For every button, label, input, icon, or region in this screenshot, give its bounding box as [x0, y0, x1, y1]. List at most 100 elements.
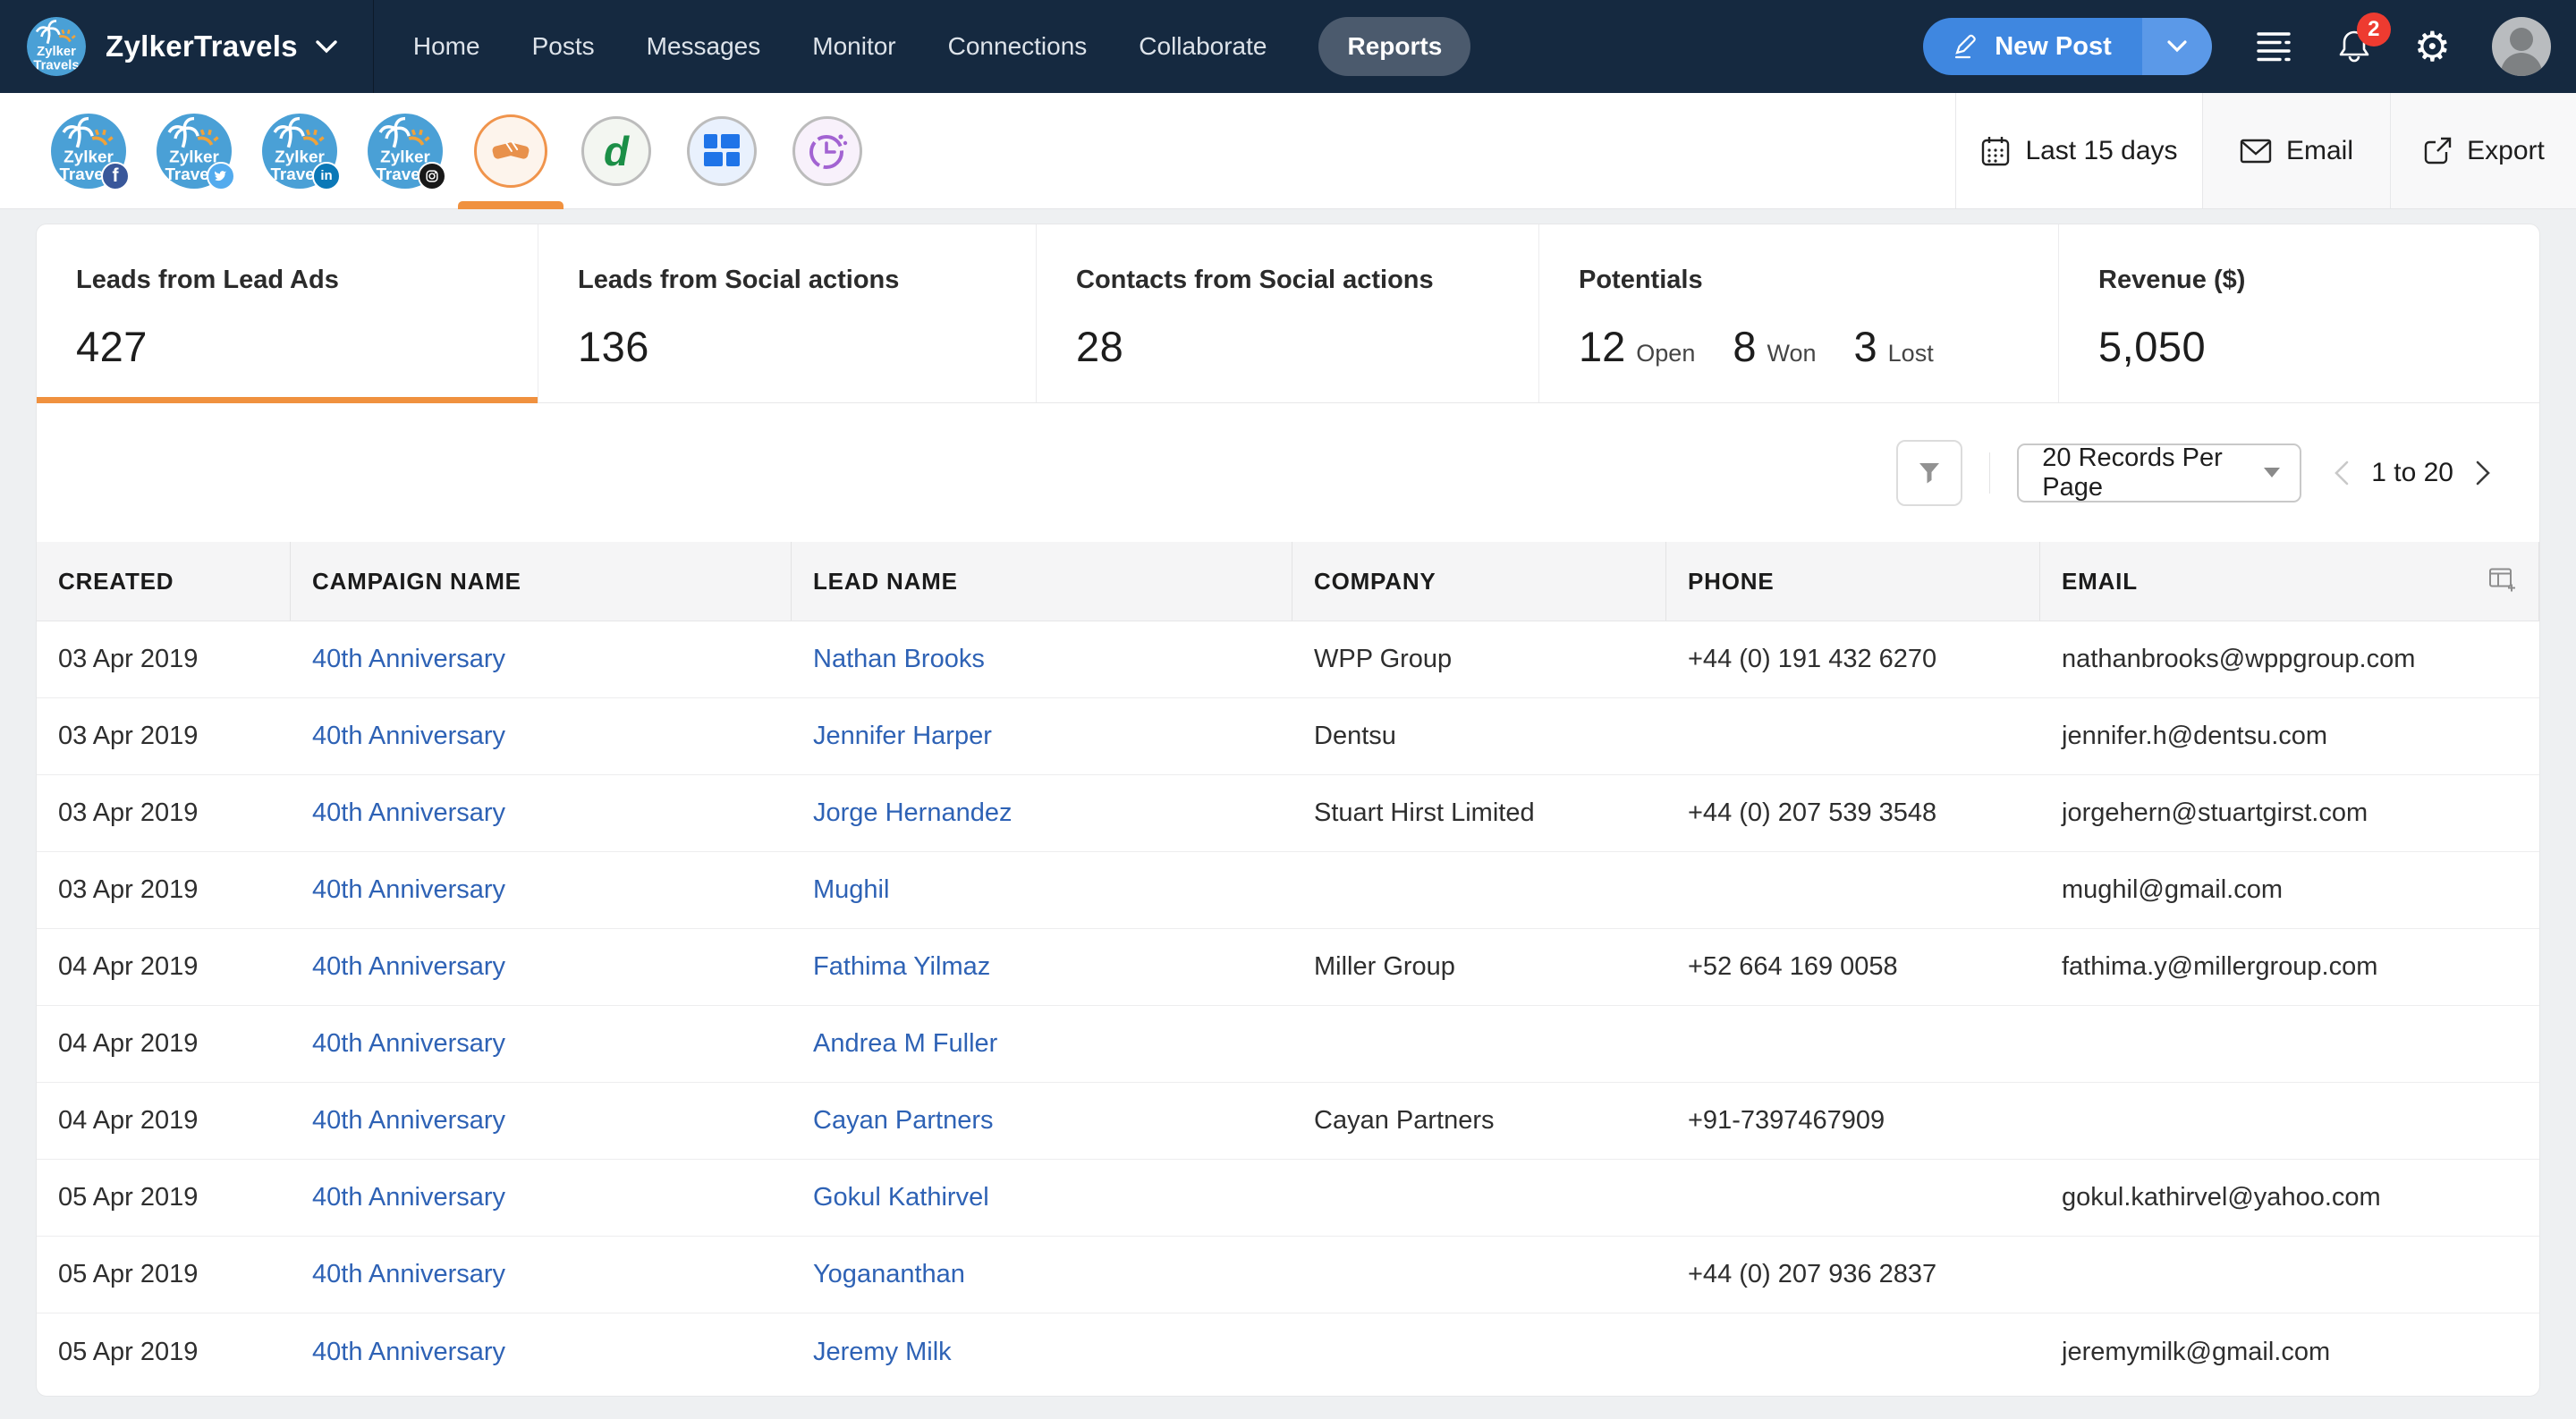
- stat-potentials[interactable]: Potentials 12 Open 8 Won 3 Lost: [1538, 224, 2058, 402]
- nav-item-reports[interactable]: Reports: [1318, 17, 1470, 76]
- stat-contacts-from-social-actions[interactable]: Contacts from Social actions 28: [1036, 224, 1538, 402]
- campaign-name-link[interactable]: 40th Anniversary: [312, 645, 505, 674]
- campaign-name-link[interactable]: 40th Anniversary: [312, 1260, 505, 1289]
- potentials-won-value: 8: [1733, 322, 1756, 371]
- tab-dashboard-report[interactable]: [669, 93, 775, 208]
- funnel-icon: [1917, 460, 1942, 486]
- instagram-badge-icon: [418, 162, 446, 190]
- lead-name-link[interactable]: Jorge Hernandez: [813, 798, 1012, 828]
- page-range-label: 1 to 20: [2371, 458, 2453, 488]
- pagination: 1 to 20: [2332, 458, 2493, 488]
- cell-created: 04 Apr 2019: [37, 1006, 291, 1082]
- column-header-company[interactable]: COMPANY: [1292, 542, 1666, 621]
- column-header-email[interactable]: EMAIL: [2040, 542, 2539, 621]
- column-header-phone[interactable]: PHONE: [1666, 542, 2040, 621]
- lead-name-link[interactable]: Cayan Partners: [813, 1106, 994, 1136]
- campaign-name-link[interactable]: 40th Anniversary: [312, 1183, 505, 1212]
- cell-created: 05 Apr 2019: [37, 1237, 291, 1313]
- cell-created: 04 Apr 2019: [37, 929, 291, 1005]
- email-report-button[interactable]: Email: [2202, 93, 2390, 208]
- cell-created: 05 Apr 2019: [37, 1160, 291, 1236]
- nav-item-messages[interactable]: Messages: [647, 32, 761, 61]
- new-post-button[interactable]: New Post: [1923, 18, 2142, 75]
- tab-leads-deals-report[interactable]: [458, 93, 564, 208]
- cell-created: 03 Apr 2019: [37, 621, 291, 697]
- cell-company: Miller Group: [1292, 929, 1666, 1005]
- brand-account-switcher[interactable]: ZylkerTravels: [27, 0, 373, 93]
- nav-item-posts[interactable]: Posts: [532, 32, 595, 61]
- cell-company: [1292, 1313, 1666, 1390]
- nav-divider: [373, 0, 374, 93]
- campaign-name-link[interactable]: 40th Anniversary: [312, 952, 505, 982]
- cell-email: jeremymilk@gmail.com: [2040, 1313, 2539, 1390]
- nav-item-connections[interactable]: Connections: [948, 32, 1088, 61]
- records-per-page-select[interactable]: 20 Records Per Page: [2017, 443, 2301, 503]
- notification-count-badge: 2: [2357, 13, 2391, 46]
- tab-timer-report[interactable]: [775, 93, 880, 208]
- export-report-button[interactable]: Export: [2390, 93, 2576, 208]
- settings-gear-icon[interactable]: ⚙: [2414, 26, 2451, 67]
- timer-clock-icon: [792, 116, 862, 186]
- cell-phone: +91-7397467909: [1666, 1083, 2040, 1159]
- tab-facebook-profile[interactable]: f: [36, 93, 141, 208]
- table-row: 03 Apr 2019 40th Anniversary Jorge Herna…: [37, 775, 2539, 852]
- campaign-name-link[interactable]: 40th Anniversary: [312, 1338, 505, 1367]
- lead-name-link[interactable]: Jennifer Harper: [813, 722, 992, 751]
- cell-company: Dentsu: [1292, 698, 1666, 774]
- desk-icon: d: [581, 116, 651, 186]
- table-row: 04 Apr 2019 40th Anniversary Cayan Partn…: [37, 1083, 2539, 1160]
- campaign-name-link[interactable]: 40th Anniversary: [312, 875, 505, 905]
- campaign-name-link[interactable]: 40th Anniversary: [312, 1106, 505, 1136]
- envelope-icon: [2240, 139, 2272, 164]
- column-header-lead-name[interactable]: LEAD NAME: [792, 542, 1292, 621]
- date-range-button[interactable]: Last 15 days: [1955, 93, 2202, 208]
- table-row: 04 Apr 2019 40th Anniversary Fathima Yil…: [37, 929, 2539, 1006]
- lead-name-link[interactable]: Mughil: [813, 875, 889, 905]
- tab-desk-report[interactable]: d: [564, 93, 669, 208]
- linkedin-badge-icon: in: [312, 162, 341, 190]
- stat-leads-from-social-actions[interactable]: Leads from Social actions 136: [538, 224, 1036, 402]
- lead-name-link[interactable]: Nathan Brooks: [813, 645, 985, 674]
- tab-instagram-profile[interactable]: [352, 93, 458, 208]
- lead-name-link[interactable]: Gokul Kathirvel: [813, 1183, 989, 1212]
- campaign-name-link[interactable]: 40th Anniversary: [312, 1029, 505, 1059]
- cell-email: mughil@gmail.com: [2040, 852, 2539, 928]
- user-avatar[interactable]: [2492, 17, 2551, 76]
- cell-company: [1292, 1160, 1666, 1236]
- cell-email: [2040, 1006, 2539, 1082]
- column-header-created[interactable]: CREATED: [37, 542, 291, 621]
- campaign-name-link[interactable]: 40th Anniversary: [312, 798, 505, 828]
- campaign-name-link[interactable]: 40th Anniversary: [312, 722, 505, 751]
- column-header-campaign-name[interactable]: CAMPAIGN NAME: [291, 542, 792, 621]
- calendar-icon: [1980, 135, 2011, 167]
- stat-leads-from-lead-ads[interactable]: Leads from Lead Ads 427: [37, 224, 538, 402]
- menu-lines-icon[interactable]: [2253, 30, 2294, 63]
- notifications-bell-icon[interactable]: 2: [2335, 27, 2373, 66]
- new-post-dropdown-button[interactable]: [2142, 18, 2212, 75]
- table-header: CREATED CAMPAIGN NAME LEAD NAME COMPANY …: [37, 542, 2539, 621]
- cell-phone: [1666, 1006, 2040, 1082]
- nav-item-monitor[interactable]: Monitor: [812, 32, 895, 61]
- tab-linkedin-profile[interactable]: in: [247, 93, 352, 208]
- new-post-split-button: New Post: [1923, 18, 2212, 75]
- chevron-down-icon: [2264, 468, 2280, 477]
- table-row: 05 Apr 2019 40th Anniversary Jeremy Milk…: [37, 1313, 2539, 1390]
- nav-item-collaborate[interactable]: Collaborate: [1139, 32, 1267, 61]
- tab-twitter-profile[interactable]: [141, 93, 247, 208]
- lead-name-link[interactable]: Andrea M Fuller: [813, 1029, 997, 1059]
- brand-logo: [27, 17, 86, 76]
- filter-button[interactable]: [1896, 440, 1962, 506]
- cell-phone: +44 (0) 207 539 3548: [1666, 775, 2040, 851]
- lead-name-link[interactable]: Yogananthan: [813, 1260, 965, 1289]
- lead-name-link[interactable]: Fathima Yilmaz: [813, 952, 990, 982]
- channel-tabs: f in: [0, 93, 880, 208]
- stat-revenue[interactable]: Revenue ($) 5,050: [2058, 224, 2539, 402]
- previous-page-button[interactable]: [2332, 460, 2351, 486]
- next-page-button[interactable]: [2473, 460, 2493, 486]
- table-row: 03 Apr 2019 40th Anniversary Jennifer Ha…: [37, 698, 2539, 775]
- customize-columns-icon[interactable]: [2487, 565, 2516, 598]
- lead-name-link[interactable]: Jeremy Milk: [813, 1338, 952, 1367]
- twitter-badge-icon: [207, 162, 235, 190]
- cell-phone: [1666, 852, 2040, 928]
- nav-item-home[interactable]: Home: [413, 32, 480, 61]
